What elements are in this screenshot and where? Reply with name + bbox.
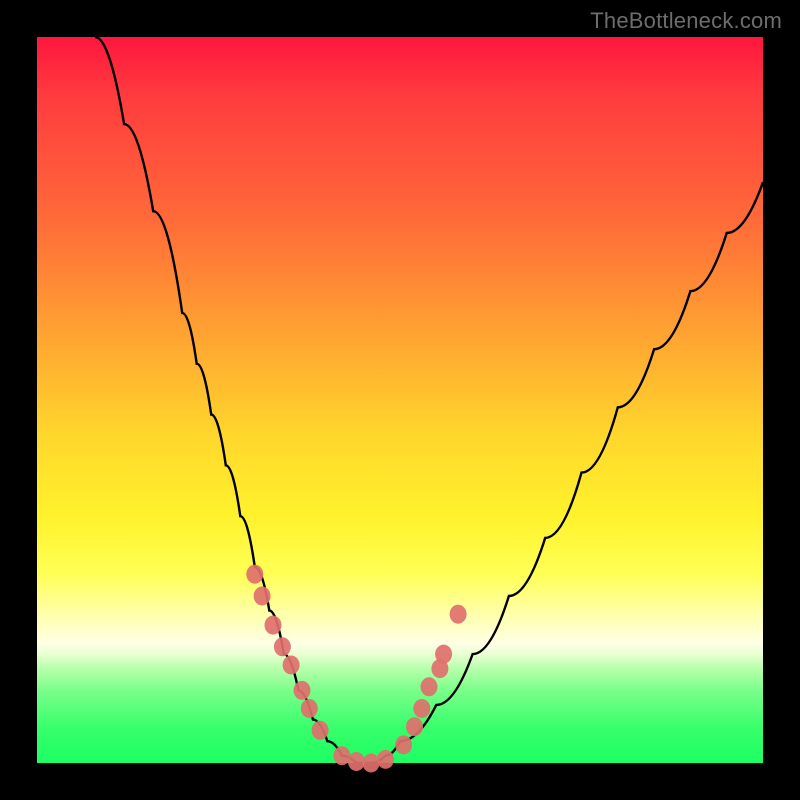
data-marker (265, 616, 282, 635)
data-marker (254, 587, 271, 606)
data-marker (406, 717, 423, 736)
data-marker (377, 750, 394, 769)
data-marker (301, 699, 318, 718)
data-marker (312, 721, 329, 740)
watermark-text: TheBottleneck.com (590, 8, 782, 34)
plot-area (37, 37, 763, 763)
data-marker (294, 681, 311, 700)
data-marker (246, 565, 263, 584)
data-marker (283, 656, 300, 675)
data-marker (363, 754, 380, 773)
marker-group (246, 565, 466, 773)
data-marker (435, 645, 452, 664)
data-marker (348, 752, 365, 771)
chart-frame: TheBottleneck.com (0, 0, 800, 800)
data-marker (274, 637, 291, 656)
data-marker (413, 699, 430, 718)
data-marker (421, 677, 438, 696)
curve-layer (37, 37, 763, 763)
data-marker (450, 605, 467, 624)
bottleneck-curve (95, 37, 763, 763)
data-marker (395, 735, 412, 754)
data-marker (333, 746, 350, 765)
